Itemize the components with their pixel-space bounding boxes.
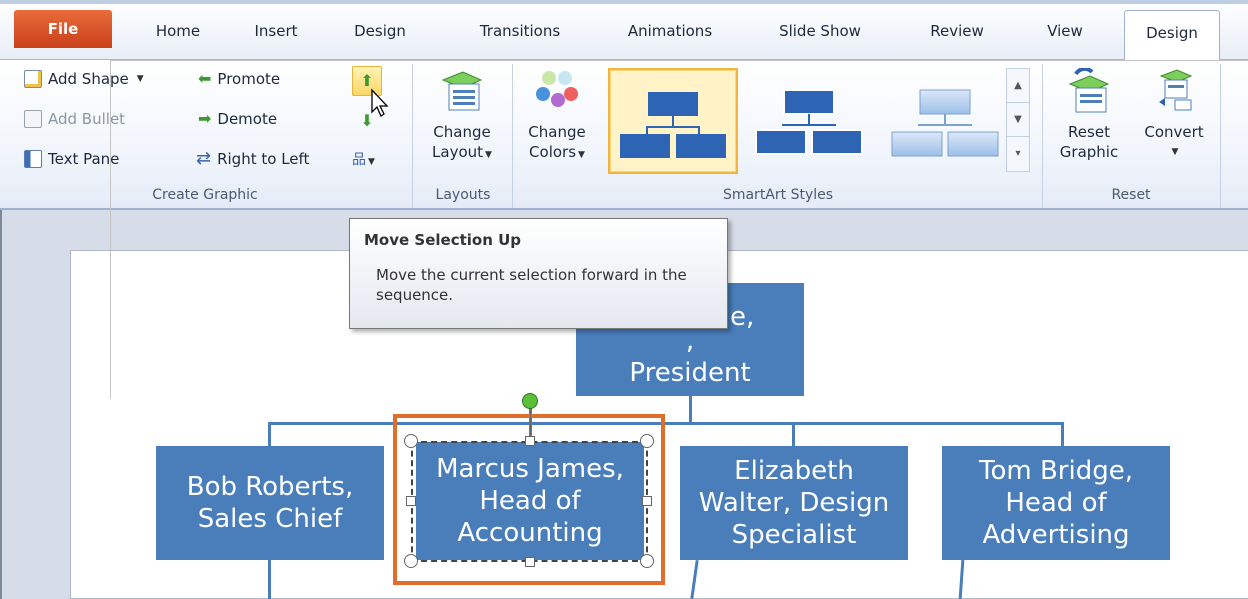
tab-view[interactable]: View xyxy=(1030,16,1100,46)
org-box-child[interactable]: Bob Roberts, Sales Chief xyxy=(156,446,384,560)
tab-transitions[interactable]: Transitions xyxy=(458,16,582,46)
connector-line xyxy=(268,560,271,599)
resize-handle-right[interactable] xyxy=(642,496,652,506)
tab-home[interactable]: Home xyxy=(138,16,218,46)
org-box-child[interactable]: Tom Bridge, Head of Advertising xyxy=(942,446,1170,560)
connector-line xyxy=(268,422,1064,425)
ribbon-tab-bar: File Home Insert Design Transitions Anim… xyxy=(0,0,1248,61)
tab-smartart-design[interactable]: Design xyxy=(1124,10,1220,61)
rotation-handle[interactable] xyxy=(522,393,538,409)
tooltip-body: Move the current selection forward in th… xyxy=(376,266,687,304)
org-box-president-text: , President xyxy=(629,325,751,388)
tab-slide-show[interactable]: Slide Show xyxy=(760,16,880,46)
org-box-child-text: Tom Bridge, Head of Advertising xyxy=(979,456,1133,550)
resize-handle-bottom[interactable] xyxy=(525,557,535,567)
connector-line xyxy=(268,422,271,448)
tab-design[interactable]: Design xyxy=(340,16,420,46)
text-pane-label: Text Pane xyxy=(48,150,120,168)
resize-handle-top-left[interactable] xyxy=(404,434,418,448)
resize-handle-top[interactable] xyxy=(525,436,535,446)
resize-handle-bottom-right[interactable] xyxy=(640,554,654,568)
connector-line xyxy=(1061,422,1064,448)
tab-animations[interactable]: Animations xyxy=(608,16,732,46)
add-bullet-icon xyxy=(24,110,42,128)
tooltip-title: Move Selection Up xyxy=(364,231,522,249)
resize-handle-bottom-left[interactable] xyxy=(404,554,418,568)
org-box-child-text: Bob Roberts, Sales Chief xyxy=(186,472,354,534)
selection-dashed-border xyxy=(411,441,648,562)
tab-insert[interactable]: Insert xyxy=(236,16,316,46)
org-box-president-partial-text: e, xyxy=(730,302,755,332)
rotation-handle-stem xyxy=(530,404,531,440)
resize-handle-left[interactable] xyxy=(406,496,416,506)
org-box-child[interactable]: Elizabeth Walter, Design Specialist xyxy=(680,446,908,560)
text-pane-button[interactable]: Text Pane xyxy=(24,146,119,172)
org-box-child-text: Elizabeth Walter, Design Specialist xyxy=(698,456,890,550)
resize-handle-top-right[interactable] xyxy=(640,434,654,448)
connector-line xyxy=(689,396,692,424)
tab-file[interactable]: File xyxy=(14,10,112,48)
connector-line xyxy=(792,422,795,448)
add-shape-icon xyxy=(24,70,42,88)
tooltip-move-selection-up: Move Selection Up Move the current selec… xyxy=(349,218,728,329)
tab-review[interactable]: Review xyxy=(912,16,1002,46)
text-pane-icon xyxy=(24,150,42,168)
title-bar-edge xyxy=(0,0,1248,4)
